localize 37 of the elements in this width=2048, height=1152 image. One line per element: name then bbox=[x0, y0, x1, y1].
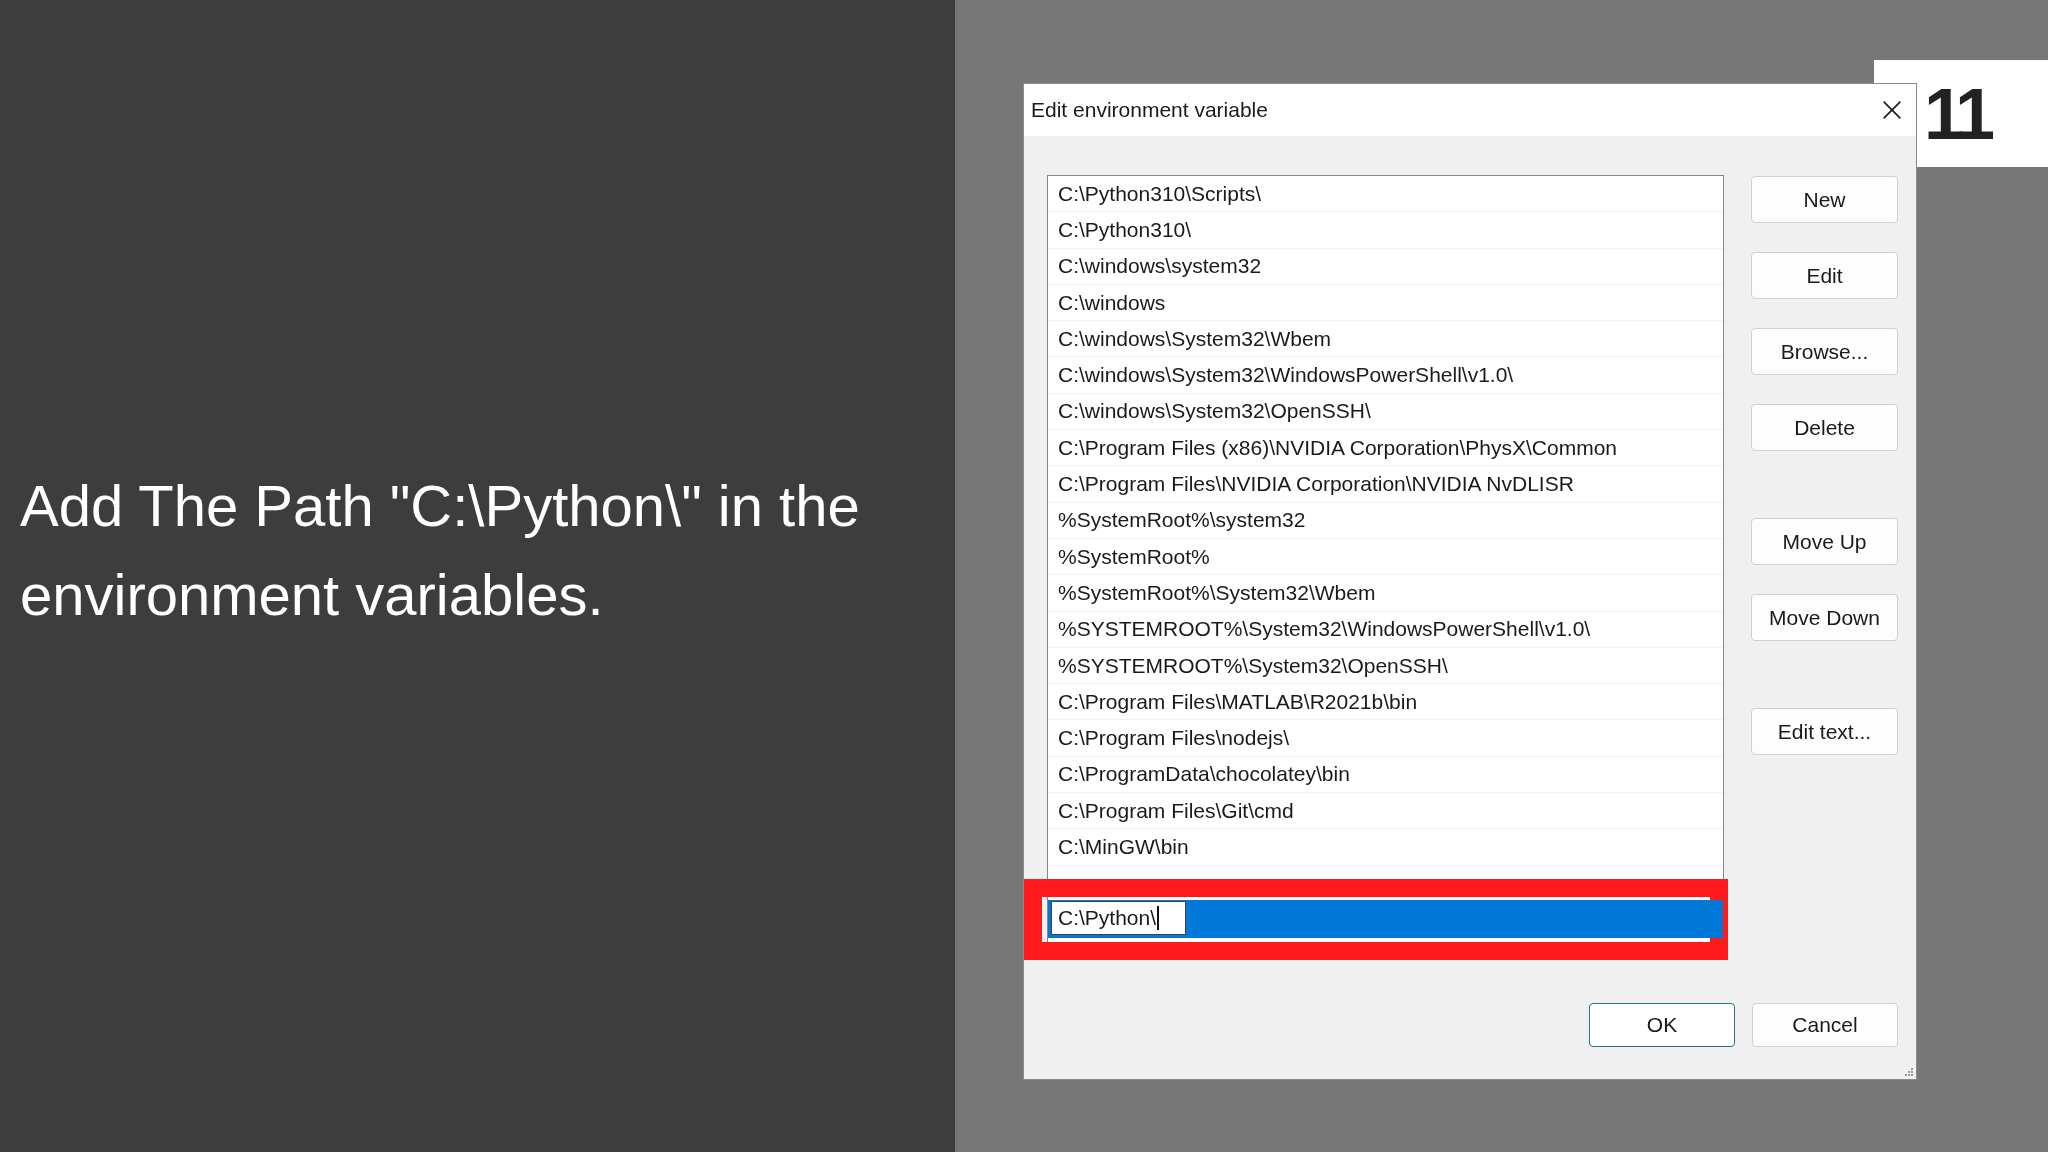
action-button[interactable]: New bbox=[1751, 176, 1898, 223]
action-button[interactable]: Delete bbox=[1751, 404, 1898, 451]
path-list-item[interactable]: %SYSTEMROOT%\System32\OpenSSH\ bbox=[1048, 647, 1723, 685]
step-number: 11 bbox=[1924, 77, 1991, 150]
window-title: Edit environment variable bbox=[1031, 98, 1268, 122]
action-button[interactable]: Move Up bbox=[1751, 518, 1898, 565]
path-list-item[interactable]: C:\windows\System32\OpenSSH\ bbox=[1048, 393, 1723, 431]
path-list-item[interactable]: C:\Program Files (x86)\NVIDIA Corporation\PhysX\Common bbox=[1048, 430, 1723, 467]
path-list-item[interactable]: C:\windows\System32\WindowsPowerShell\v1.0\ bbox=[1048, 357, 1723, 394]
path-list-item[interactable]: C:\Python310\ bbox=[1048, 212, 1723, 249]
path-list-item[interactable]: C:\Program Files\Git\cmd bbox=[1048, 793, 1723, 830]
path-list-item[interactable]: C:\Python310\Scripts\ bbox=[1048, 176, 1723, 213]
path-list-item[interactable]: C:\Program Files\nodejs\ bbox=[1048, 720, 1723, 757]
path-list-item[interactable]: C:\MinGW\bin bbox=[1048, 829, 1723, 866]
resize-grip-icon[interactable] bbox=[1905, 1068, 1913, 1076]
text-cursor-icon bbox=[1157, 906, 1159, 931]
path-list-item[interactable]: %SystemRoot%\system32 bbox=[1048, 502, 1723, 539]
path-list-item[interactable]: %SystemRoot%\System32\Wbem bbox=[1048, 575, 1723, 612]
path-list-item[interactable]: C:\Program Files\MATLAB\R2021b\bin bbox=[1048, 684, 1723, 721]
path-list-item[interactable]: C:\Program Files\NVIDIA Corporation\NVIDIA NvDLISR bbox=[1048, 466, 1723, 503]
slide-caption: Add The Path "C:\Python\" in the environment variables. bbox=[20, 472, 861, 629]
dialog-button[interactable]: Cancel bbox=[1752, 1003, 1898, 1047]
path-list-item[interactable]: C:\Python\ bbox=[1048, 899, 1723, 938]
action-button[interactable]: Browse... bbox=[1751, 328, 1898, 375]
close-icon bbox=[1883, 101, 1901, 119]
dialog-button[interactable]: OK bbox=[1589, 1003, 1735, 1047]
close-button[interactable] bbox=[1883, 101, 1901, 119]
path-list-item[interactable]: C:\windows bbox=[1048, 284, 1723, 322]
path-list-item[interactable]: C:\ProgramData\chocolatey\bin bbox=[1048, 756, 1723, 794]
path-list-item[interactable]: %SYSTEMROOT%\System32\WindowsPowerShell\v1.0\ bbox=[1048, 611, 1723, 648]
action-button[interactable]: Edit text... bbox=[1751, 708, 1898, 755]
action-button[interactable]: Move Down bbox=[1751, 594, 1898, 641]
path-list-item[interactable]: C:\windows\System32\Wbem bbox=[1048, 321, 1723, 358]
path-input[interactable]: C:\Python\ bbox=[1051, 901, 1186, 936]
path-list-item[interactable]: C:\windows\system32 bbox=[1048, 248, 1723, 285]
action-button[interactable]: Edit bbox=[1751, 252, 1898, 299]
path-list-item[interactable]: %SystemRoot% bbox=[1048, 538, 1723, 576]
